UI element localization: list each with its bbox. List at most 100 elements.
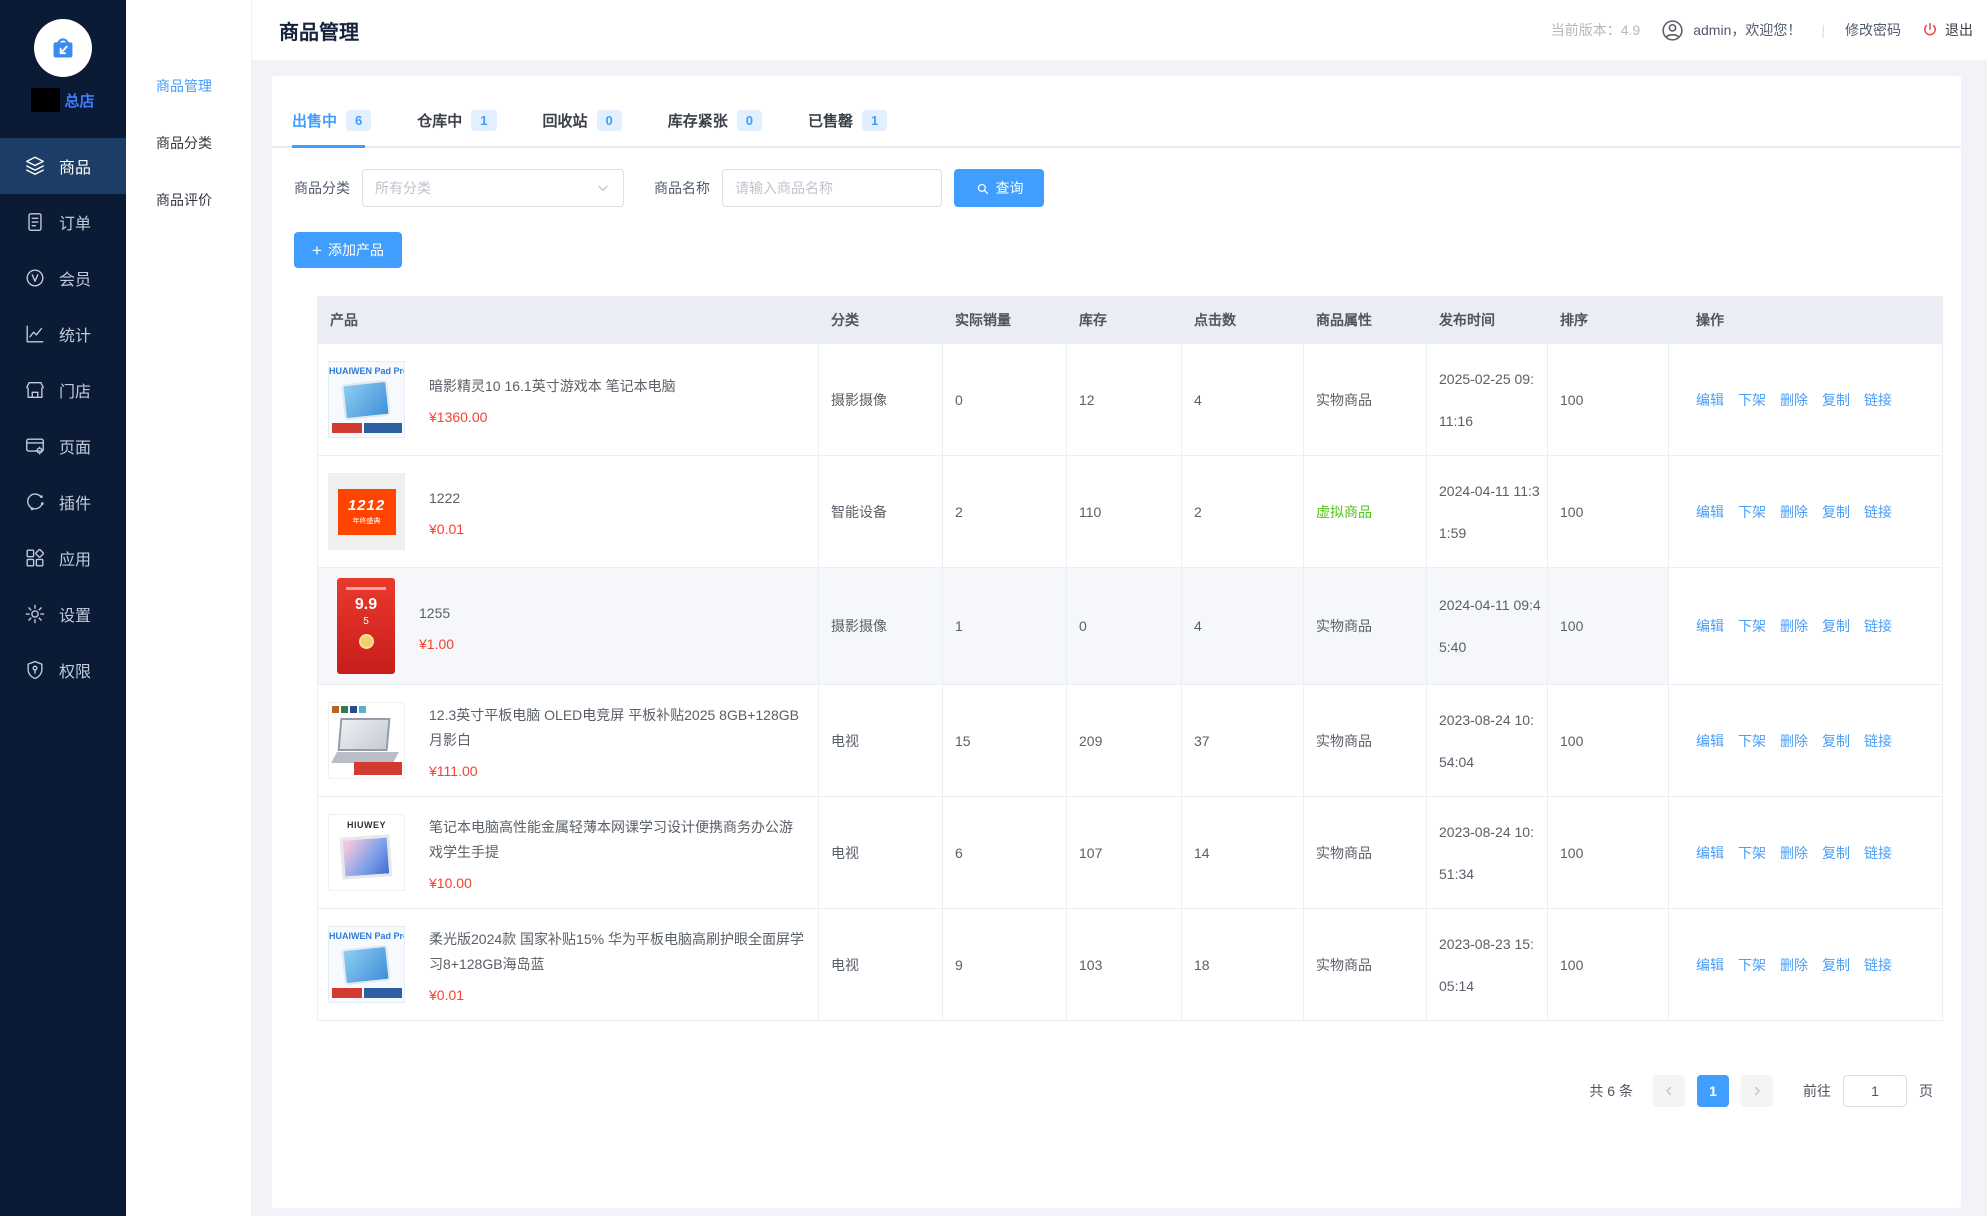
action-edit[interactable]: 编辑: [1696, 955, 1724, 975]
product-name-input[interactable]: [722, 169, 942, 207]
action-delete[interactable]: 删除: [1780, 955, 1808, 975]
next-page-button[interactable]: [1741, 1075, 1773, 1107]
goto-label: 前往: [1803, 1081, 1831, 1101]
sidebar-item-order[interactable]: 订单: [0, 194, 126, 250]
action-off-shelf[interactable]: 下架: [1738, 390, 1766, 410]
submenu-item-2[interactable]: 商品评价: [126, 171, 251, 228]
tab-0[interactable]: 出售中6: [292, 110, 371, 146]
action-edit[interactable]: 编辑: [1696, 843, 1724, 863]
published-cell: 2024-04-11 11:31:59: [1427, 456, 1548, 567]
category-cell-value: 电视: [831, 843, 859, 863]
sales-cell-value: 2: [955, 504, 963, 520]
category-cell-value: 智能设备: [831, 502, 887, 522]
clicks-cell-value: 14: [1194, 845, 1210, 861]
action-link[interactable]: 链接: [1864, 731, 1892, 751]
product-price: ¥111.00: [429, 763, 806, 779]
page-title: 商品管理: [279, 16, 359, 45]
category-cell-value: 摄影摄像: [831, 616, 887, 636]
action-link[interactable]: 链接: [1864, 616, 1892, 636]
action-off-shelf[interactable]: 下架: [1738, 731, 1766, 751]
action-delete[interactable]: 删除: [1780, 616, 1808, 636]
thumb-poster-line: [346, 587, 386, 590]
user-icon: [1660, 18, 1685, 43]
user-menu[interactable]: admin，欢迎您！: [1660, 18, 1801, 43]
clicks-cell-value: 2: [1194, 504, 1202, 520]
column-header-8: 操作: [1669, 310, 1942, 330]
prev-page-button[interactable]: [1653, 1075, 1685, 1107]
sidebar-item-plugin[interactable]: 插件: [0, 474, 126, 530]
secondary-sidebar: 商品管理商品分类商品评价: [126, 0, 252, 1216]
tab-count-badge: 1: [471, 110, 496, 131]
sidebar-item-stats[interactable]: 统计: [0, 306, 126, 362]
action-copy[interactable]: 复制: [1822, 616, 1850, 636]
thumb-badge-art: [332, 988, 362, 998]
submenu-item-0[interactable]: 商品管理: [126, 57, 251, 114]
action-link[interactable]: 链接: [1864, 843, 1892, 863]
sort-cell: 100: [1548, 344, 1669, 455]
sidebar-item-store[interactable]: 门店: [0, 362, 126, 418]
member-icon: [24, 267, 46, 289]
sidebar-item-settings[interactable]: 设置: [0, 586, 126, 642]
tab-4[interactable]: 已售罄1: [808, 110, 887, 146]
table-row: HIUWEY笔记本电脑高性能金属轻薄本网课学习设计便携商务办公游戏学生手提¥10…: [318, 796, 1942, 908]
pagination: 共 6 条 1 前往 页: [272, 1075, 1961, 1107]
chevron-right-icon: [1750, 1084, 1764, 1098]
stock-cell-value: 12: [1079, 392, 1095, 408]
goods-icon: [24, 155, 46, 177]
actions-cell: 编辑下架删除复制链接: [1669, 568, 1942, 684]
action-delete[interactable]: 删除: [1780, 502, 1808, 522]
sidebar-item-page[interactable]: 页面: [0, 418, 126, 474]
action-copy[interactable]: 复制: [1822, 843, 1850, 863]
action-off-shelf[interactable]: 下架: [1738, 955, 1766, 975]
submenu-item-1[interactable]: 商品分类: [126, 114, 251, 171]
add-product-button[interactable]: + 添加产品: [294, 232, 402, 268]
action-link[interactable]: 链接: [1864, 502, 1892, 522]
goto-page-input[interactable]: [1843, 1075, 1907, 1107]
tab-1[interactable]: 仓库中1: [417, 110, 496, 146]
action-link[interactable]: 链接: [1864, 390, 1892, 410]
action-edit[interactable]: 编辑: [1696, 616, 1724, 636]
product-price: ¥1.00: [419, 636, 454, 652]
sidebar-item-goods[interactable]: 商品: [0, 138, 126, 194]
logout-button[interactable]: 退出: [1921, 20, 1973, 40]
add-product-label: 添加产品: [328, 240, 384, 260]
topbar-right: 当前版本：4.9 admin，欢迎您！ | 修改密码 退出: [1551, 18, 1973, 43]
chevron-down-icon: [595, 180, 611, 196]
sidebar-item-member[interactable]: 会员: [0, 250, 126, 306]
action-delete[interactable]: 删除: [1780, 731, 1808, 751]
search-button[interactable]: 查询: [954, 169, 1044, 207]
column-header-2: 实际销量: [943, 310, 1067, 330]
order-icon: [24, 211, 46, 233]
thumb-laptop-screen-art: [338, 718, 391, 751]
action-off-shelf[interactable]: 下架: [1738, 616, 1766, 636]
search-button-label: 查询: [996, 178, 1024, 198]
page-1-button[interactable]: 1: [1697, 1075, 1729, 1107]
action-edit[interactable]: 编辑: [1696, 390, 1724, 410]
category-cell: 摄影摄像: [819, 344, 943, 455]
product-name: 柔光版2024款 国家补贴15% 华为平板电脑高刷护眼全面屏学习8+128GB海…: [429, 927, 806, 977]
action-copy[interactable]: 复制: [1822, 502, 1850, 522]
product-cell: HUAIWEN Pad Pro柔光版2024款 国家补贴15% 华为平板电脑高刷…: [318, 909, 819, 1020]
column-header-5: 商品属性: [1304, 310, 1427, 330]
action-copy[interactable]: 复制: [1822, 731, 1850, 751]
action-delete[interactable]: 删除: [1780, 390, 1808, 410]
published-cell: 2025-02-25 09:11:16: [1427, 344, 1548, 455]
action-off-shelf[interactable]: 下架: [1738, 843, 1766, 863]
action-edit[interactable]: 编辑: [1696, 731, 1724, 751]
tab-2[interactable]: 回收站0: [543, 110, 622, 146]
change-password-link[interactable]: 修改密码: [1845, 20, 1901, 40]
action-copy[interactable]: 复制: [1822, 390, 1850, 410]
action-link[interactable]: 链接: [1864, 955, 1892, 975]
action-off-shelf[interactable]: 下架: [1738, 502, 1766, 522]
category-select[interactable]: 所有分类: [362, 169, 624, 207]
sidebar-item-permission[interactable]: 权限: [0, 642, 126, 698]
filter-bar: 商品分类 所有分类 商品名称 查询: [272, 169, 1961, 207]
action-edit[interactable]: 编辑: [1696, 502, 1724, 522]
product-name: 1222: [429, 486, 464, 511]
sales-cell-value: 0: [955, 392, 963, 408]
sidebar-item-apps[interactable]: 应用: [0, 530, 126, 586]
tab-3[interactable]: 库存紧张0: [668, 110, 762, 146]
action-delete[interactable]: 删除: [1780, 843, 1808, 863]
action-copy[interactable]: 复制: [1822, 955, 1850, 975]
search-icon: [975, 181, 990, 196]
